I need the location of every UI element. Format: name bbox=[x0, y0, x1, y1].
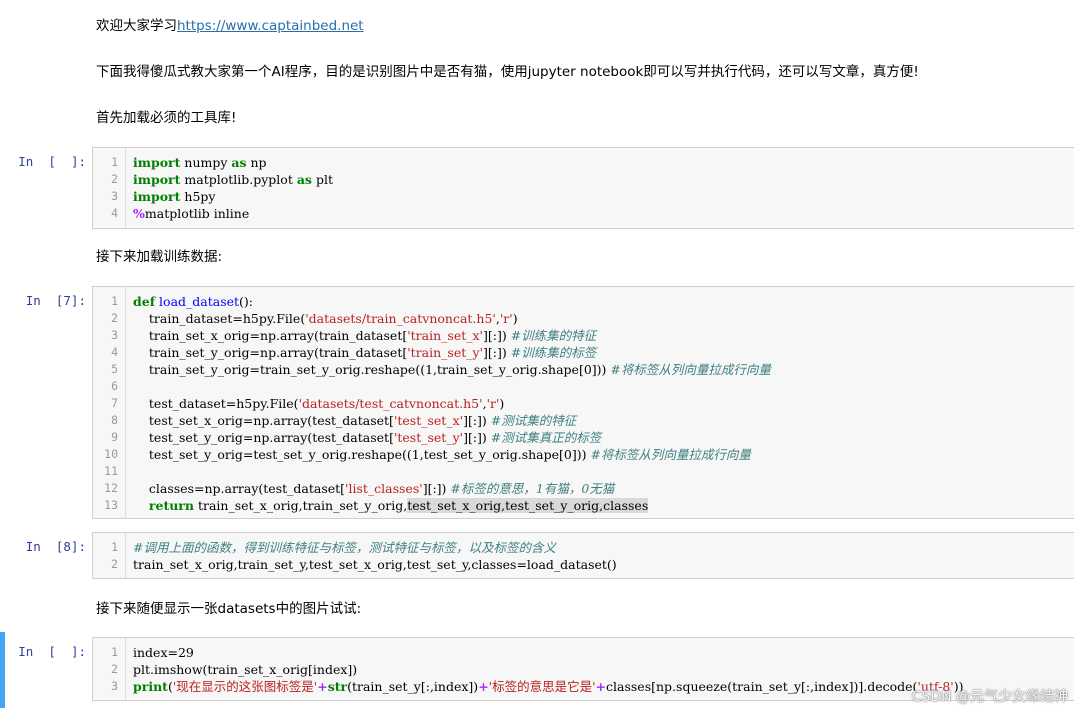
code-editor[interactable]: 1 def load_dataset(): 2 train_dataset=h5p… bbox=[92, 286, 1074, 519]
code-cell-3[interactable]: In [8]: 1 #调用上面的函数，得到训练特征与标签，测试特征与标签，以及标签… bbox=[0, 532, 1074, 579]
code-line: 3 import h5py bbox=[111, 189, 216, 204]
captainbed-link[interactable]: https://www.captainbed.net bbox=[177, 18, 364, 34]
code-line: 2 train_dataset=h5py.File('datasets/trai… bbox=[111, 311, 518, 326]
text-selection: test_set_x_orig,test_set_y_orig,classes bbox=[407, 498, 649, 513]
code-line: 2 train_set_x_orig,train_set_y,test_set_x… bbox=[111, 557, 617, 572]
code-line: 1 import numpy as np bbox=[111, 155, 267, 170]
code-cell-2[interactable]: In [7]: 1 def load_dataset(): 2 train_dat… bbox=[0, 286, 1074, 519]
code-line: 4 train_set_y_orig=np.array(train_datase… bbox=[111, 345, 597, 360]
code-line: 11 bbox=[104, 464, 118, 478]
code-editor[interactable]: 1 import numpy as np 2 import matplotlib.p… bbox=[92, 147, 1074, 229]
code-line: 7 test_dataset=h5py.File('datasets/test_… bbox=[111, 396, 505, 411]
code-line: 13 return train_set_x_orig,train_set_y_o… bbox=[104, 498, 649, 513]
markdown-show-image: 接下来随便显示一张datasets中的图片试试: bbox=[96, 601, 362, 617]
code-line: 1 #调用上面的函数，得到训练特征与标签，测试特征与标签，以及标签的含义 bbox=[111, 540, 556, 555]
cell-prompt: In [8]: bbox=[25, 539, 86, 554]
markdown-intro: 下面我得傻瓜式教大家第一个AI程序，目的是识别图片中是否有猫，使用jupyter… bbox=[96, 64, 919, 80]
cell-prompt: In [ ]: bbox=[18, 644, 86, 659]
code-line: 9 test_set_y_orig=np.array(test_dataset[… bbox=[111, 430, 602, 445]
code-line: 1 def load_dataset(): bbox=[111, 294, 254, 309]
code-line: 10 test_set_y_orig=test_set_y_orig.resha… bbox=[104, 447, 751, 462]
markdown-load-libs: 首先加载必须的工具库! bbox=[96, 110, 237, 126]
code-editor[interactable]: 1 #调用上面的函数，得到训练特征与标签，测试特征与标签，以及标签的含义 2 tra… bbox=[92, 532, 1074, 579]
cell-prompt: In [7]: bbox=[25, 293, 86, 308]
welcome-text: 欢迎大家学习 bbox=[96, 18, 177, 34]
code-line: 8 test_set_x_orig=np.array(test_dataset[… bbox=[111, 413, 577, 428]
csdn-watermark: CSDN @元气少女缘结神 bbox=[911, 689, 1068, 705]
markdown-welcome: 欢迎大家学习https://www.captainbed.net bbox=[96, 17, 364, 35]
markdown-load-data: 接下来加载训练数据: bbox=[96, 249, 223, 265]
code-line: 6 bbox=[111, 379, 118, 393]
code-line: 4 %matplotlib inline bbox=[111, 206, 250, 221]
code-line: 12 classes=np.array(test_dataset['list_c… bbox=[104, 481, 615, 496]
code-line: 5 train_set_y_orig=train_set_y_orig.resh… bbox=[111, 362, 771, 377]
code-line: 2 plt.imshow(train_set_x_orig[index]) bbox=[111, 662, 358, 677]
code-cell-1[interactable]: In [ ]: 1 import numpy as np 2 import matp… bbox=[0, 147, 1074, 229]
code-line: 3 train_set_x_orig=np.array(train_datase… bbox=[111, 328, 597, 343]
code-line: 1 index=29 bbox=[111, 645, 194, 660]
cell-prompt: In [ ]: bbox=[18, 154, 86, 169]
code-line: 2 import matplotlib.pyplot as plt bbox=[111, 172, 333, 187]
